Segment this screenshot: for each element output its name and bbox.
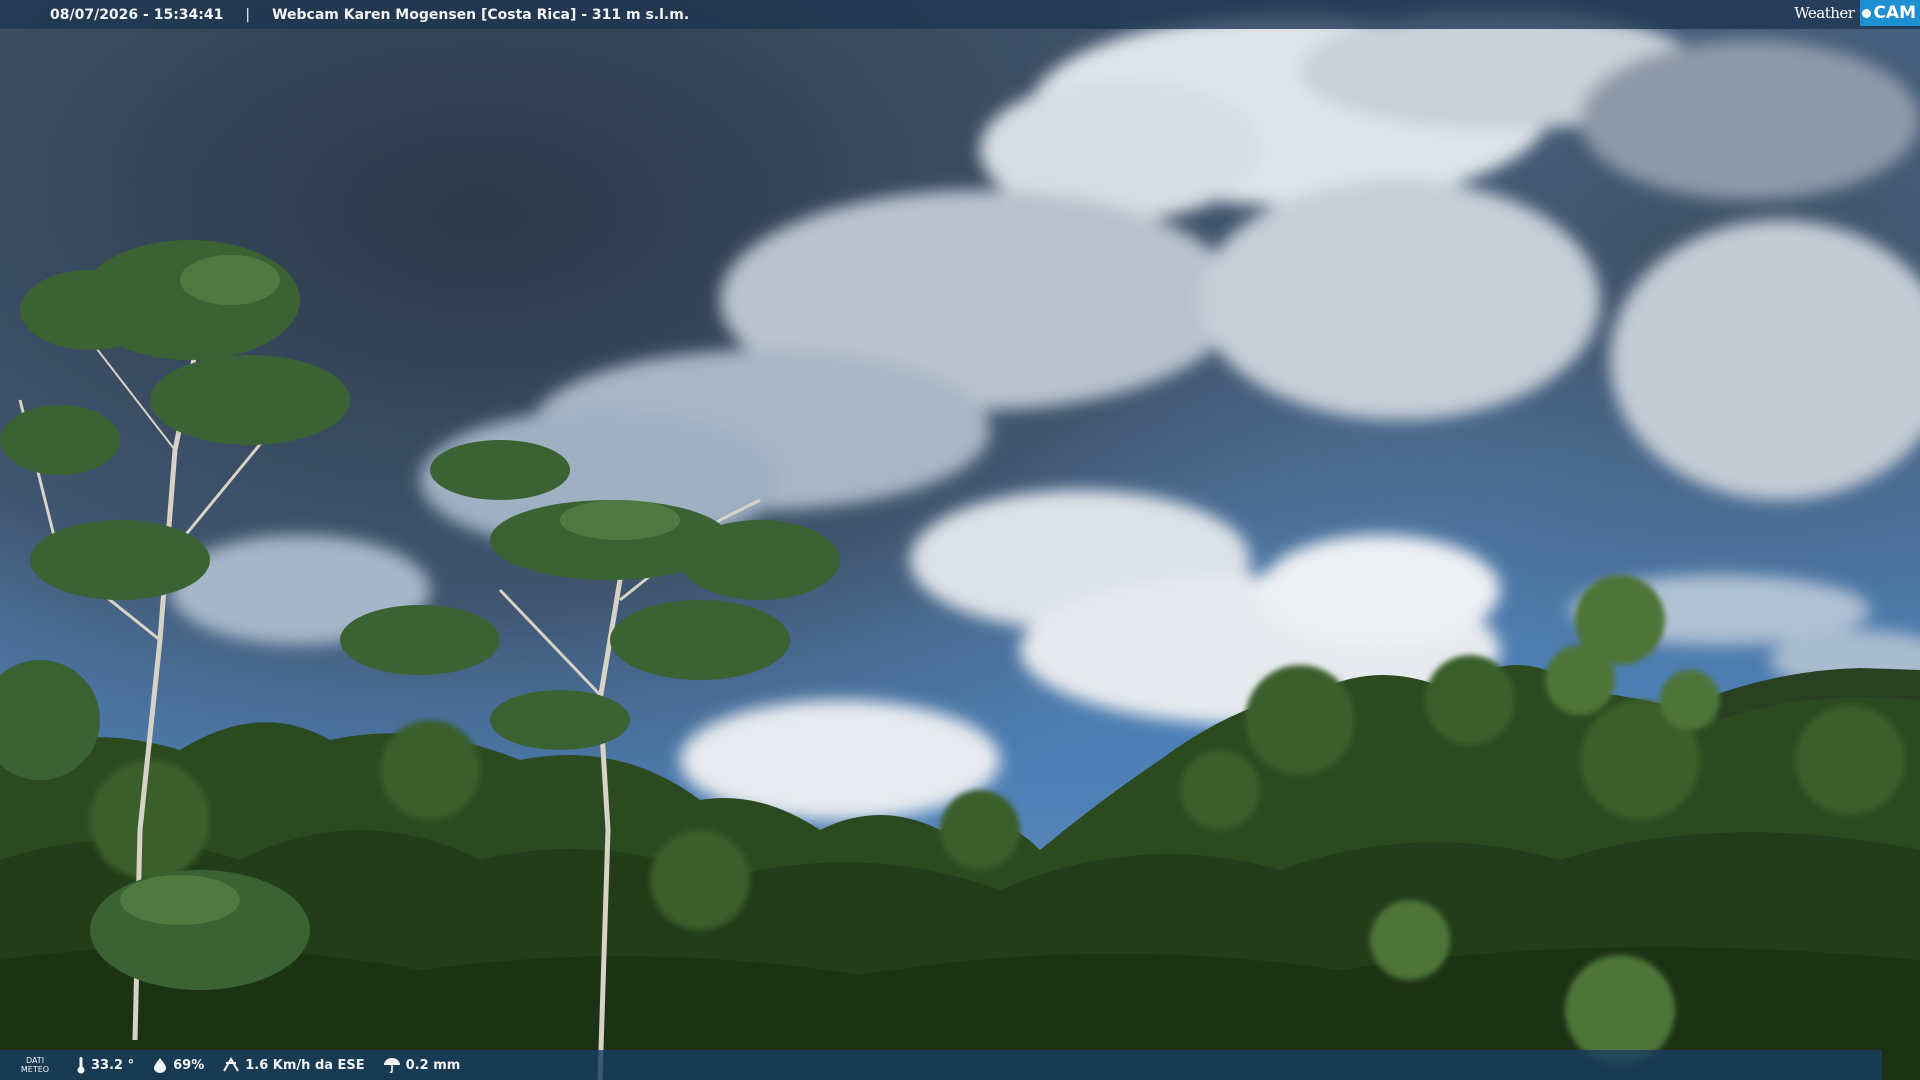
wind-item: 1.6 Km/h da ESE: [222, 1057, 365, 1073]
temperature-value: 33.2 °: [91, 1057, 135, 1073]
weathercam-logo[interactable]: Weather CAM: [1786, 0, 1920, 26]
header-separator: |: [245, 6, 251, 23]
logo-word-weather: Weather: [1794, 4, 1855, 22]
wind-icon: [223, 1057, 240, 1072]
logo-cam-block: CAM: [1860, 0, 1920, 26]
humidity-value: 69%: [173, 1057, 205, 1073]
weather-data-bar: DATI METEO 33.2 ° 69% 1.6 Km/h da ESE 0.…: [0, 1050, 1882, 1080]
logo-word-cam: CAM: [1873, 3, 1916, 23]
umbrella-icon: [383, 1058, 400, 1073]
temperature-item: 33.2 °: [76, 1056, 134, 1074]
meteo-line: METEO: [20, 1065, 50, 1074]
humidity-icon: [154, 1058, 167, 1073]
dati-meteo-label: DATI METEO: [12, 1056, 58, 1074]
rain-value: 0.2 mm: [405, 1057, 461, 1073]
webcam-scene: [0, 0, 1920, 1080]
wind-value: 1.6 Km/h da ESE: [245, 1057, 365, 1073]
logo-dot-icon: [1862, 8, 1872, 18]
rain-item: 0.2 mm: [383, 1057, 461, 1073]
dati-line: DATI: [25, 1056, 45, 1065]
header-bar: 08/07/2026 - 15:34:41 | Webcam Karen Mog…: [0, 0, 1920, 29]
datetime-label: 08/07/2026 - 15:34:41: [50, 6, 224, 23]
location-label: Webcam Karen Mogensen [Costa Rica] - 311…: [272, 6, 690, 23]
humidity-item: 69%: [152, 1057, 204, 1073]
thermometer-icon: [77, 1057, 85, 1074]
